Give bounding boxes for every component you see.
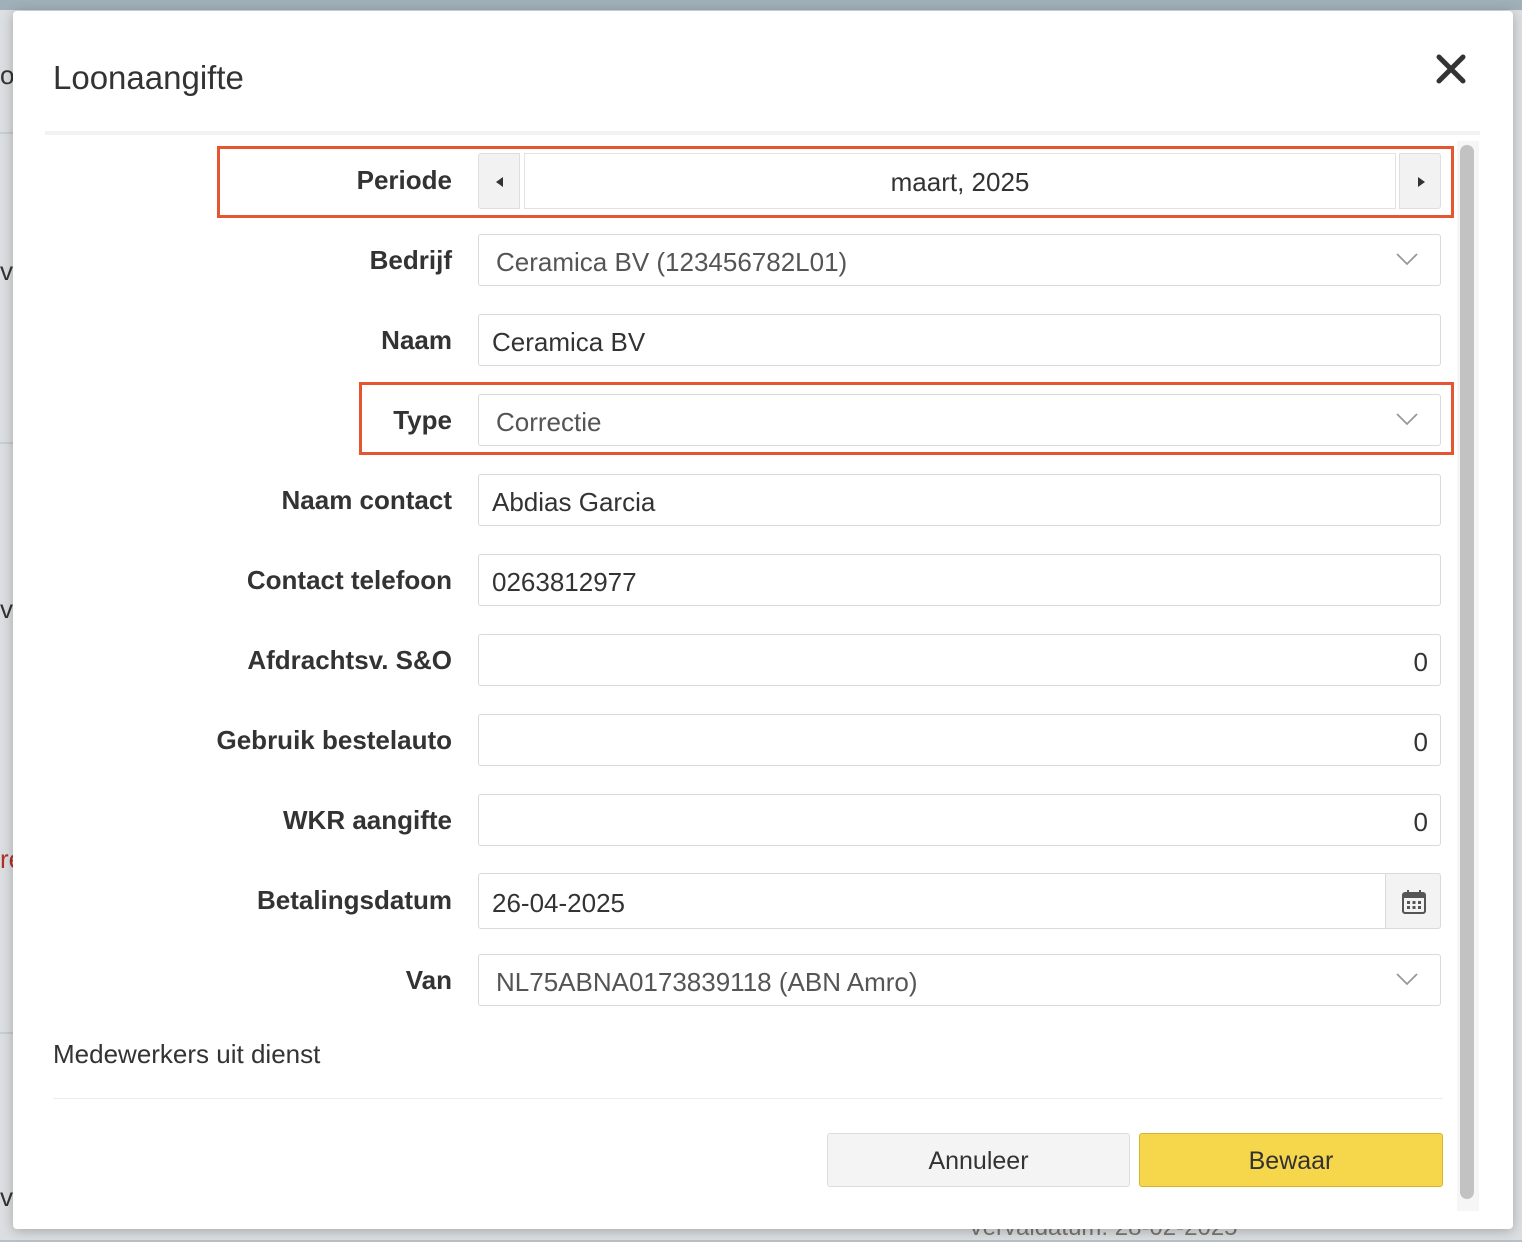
medewerkers-uit-dienst-heading: Medewerkers uit dienst bbox=[53, 1039, 321, 1069]
chevron-down-icon bbox=[1396, 413, 1418, 426]
type-label: Type bbox=[393, 405, 452, 435]
bestelauto-value: 0 bbox=[1413, 727, 1428, 757]
naam-value: Ceramica BV bbox=[492, 327, 646, 357]
bedrijf-select[interactable]: Ceramica BV (123456782L01) bbox=[478, 234, 1441, 286]
footer-divider bbox=[53, 1098, 1443, 1099]
wkr-value: 0 bbox=[1413, 807, 1428, 837]
background-divider bbox=[0, 132, 14, 134]
caret-right-icon bbox=[1418, 177, 1425, 187]
close-icon[interactable] bbox=[1433, 51, 1469, 87]
contact-telefoon-input[interactable]: 0263812977 bbox=[478, 554, 1441, 606]
periode-label: Periode bbox=[356, 165, 452, 195]
scrollbar-track[interactable] bbox=[1457, 141, 1479, 1211]
bedrijf-selected-value: Ceramica BV (123456782L01) bbox=[496, 247, 848, 277]
previous-period-button[interactable] bbox=[478, 153, 520, 209]
type-selected-value: Correctie bbox=[496, 407, 602, 437]
caret-left-icon bbox=[496, 177, 503, 187]
calendar-icon bbox=[1402, 890, 1426, 914]
afdrachtsvermindering-label: Afdrachtsv. S&O bbox=[247, 645, 452, 675]
bedrijf-label: Bedrijf bbox=[369, 245, 452, 275]
wkr-input[interactable]: 0 bbox=[478, 794, 1441, 846]
betalingsdatum-label: Betalingsdatum bbox=[256, 885, 452, 915]
save-button[interactable]: Bewaar bbox=[1139, 1133, 1443, 1187]
loonaangifte-dialog: Loonaangifte Periode maart, 2025 Bedrijf… bbox=[13, 11, 1513, 1229]
background-divider bbox=[0, 1032, 14, 1034]
naam-contact-value: Abdias Garcia bbox=[492, 487, 656, 517]
background-text: v bbox=[0, 594, 13, 624]
wkr-label: WKR aangifte bbox=[283, 805, 452, 835]
background-header-strip bbox=[0, 0, 1522, 10]
type-select[interactable]: Correctie bbox=[478, 394, 1441, 446]
naam-contact-label: Naam contact bbox=[281, 485, 453, 515]
contact-telefoon-value: 0263812977 bbox=[492, 567, 637, 597]
scrollbar-thumb[interactable] bbox=[1460, 145, 1474, 1199]
afdrachtsvermindering-value: 0 bbox=[1413, 647, 1428, 677]
van-label: Van bbox=[405, 965, 452, 995]
betalingsdatum-value: 26-04-2025 bbox=[492, 888, 625, 918]
next-period-button[interactable] bbox=[1399, 153, 1441, 209]
background-text: o bbox=[0, 60, 14, 90]
bestelauto-label: Gebruik bestelauto bbox=[216, 725, 453, 755]
periode-picker: maart, 2025 bbox=[478, 153, 1441, 209]
naam-contact-input[interactable]: Abdias Garcia bbox=[478, 474, 1441, 526]
background-text: re bbox=[0, 844, 14, 874]
periode-value[interactable]: maart, 2025 bbox=[524, 153, 1396, 209]
bestelauto-input[interactable]: 0 bbox=[478, 714, 1441, 766]
van-select[interactable]: NL75ABNA0173839118 (ABN Amro) bbox=[478, 954, 1441, 1006]
chevron-down-icon bbox=[1396, 253, 1418, 266]
calendar-button[interactable] bbox=[1385, 873, 1441, 929]
afdrachtsvermindering-input[interactable]: 0 bbox=[478, 634, 1441, 686]
background-text: v bbox=[0, 1182, 13, 1212]
naam-input[interactable]: Ceramica BV bbox=[478, 314, 1441, 366]
background-text: v bbox=[0, 256, 13, 286]
header-divider bbox=[45, 131, 1480, 135]
background-divider bbox=[0, 442, 14, 444]
dialog-title: Loonaangifte bbox=[53, 59, 244, 96]
chevron-down-icon bbox=[1396, 973, 1418, 986]
cancel-button[interactable]: Annuleer bbox=[827, 1133, 1130, 1187]
naam-label: Naam bbox=[381, 325, 452, 355]
van-selected-value: NL75ABNA0173839118 (ABN Amro) bbox=[496, 967, 918, 997]
betalingsdatum-input[interactable]: 26-04-2025 bbox=[478, 873, 1386, 929]
contact-telefoon-label: Contact telefoon bbox=[246, 565, 452, 595]
